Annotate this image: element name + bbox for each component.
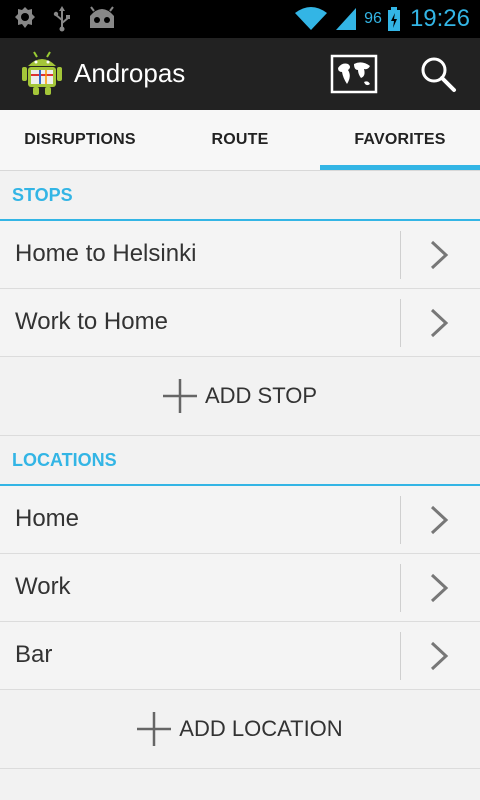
android-robot-icon [90, 6, 114, 28]
divider [400, 231, 401, 279]
list-item[interactable]: Work to Home [0, 289, 480, 357]
app-logo-icon[interactable] [22, 50, 62, 96]
add-stop-button[interactable]: ADD STOP [0, 357, 480, 436]
tab-label: ROUTE [211, 131, 269, 148]
locations-section-header: LOCATIONS [0, 436, 480, 486]
plus-icon [162, 379, 197, 413]
tab-disruptions[interactable]: DISRUPTIONS [0, 110, 160, 170]
chevron-right-icon[interactable] [428, 239, 450, 271]
divider [400, 496, 401, 544]
list-item[interactable]: Home [0, 486, 480, 554]
list-item-label: Work [15, 573, 71, 600]
tab-route[interactable]: ROUTE [160, 110, 320, 170]
battery-charging-icon [387, 7, 400, 31]
list-item[interactable]: Work [0, 554, 480, 622]
chevron-right-icon[interactable] [428, 640, 450, 672]
usb-icon [53, 6, 70, 32]
map-icon[interactable] [330, 54, 378, 94]
chevron-right-icon[interactable] [428, 572, 450, 604]
wifi-icon [295, 7, 328, 30]
divider [400, 564, 401, 612]
favorites-list: STOPS Home to Helsinki Work to Home ADD … [0, 171, 480, 769]
stops-section-header: STOPS [0, 171, 480, 221]
list-item-label: Work to Home [15, 308, 168, 335]
divider [400, 299, 401, 347]
plus-icon [137, 712, 172, 746]
add-location-label: ADD LOCATION [179, 716, 343, 741]
search-icon[interactable] [418, 54, 458, 94]
tab-bar: DISRUPTIONS ROUTE FAVORITES [0, 110, 480, 171]
section-title: STOPS [12, 185, 73, 205]
list-item[interactable]: Home to Helsinki [0, 221, 480, 289]
add-location-button[interactable]: ADD LOCATION [0, 690, 480, 769]
chevron-right-icon[interactable] [428, 504, 450, 536]
signal-icon [336, 8, 357, 30]
app-title: Andropas [74, 58, 186, 88]
chevron-right-icon[interactable] [428, 307, 450, 339]
add-stop-label: ADD STOP [204, 383, 318, 408]
status-bar: 96 19:26 [0, 0, 480, 38]
clock: 19:26 [409, 5, 470, 32]
list-item-label: Home [15, 505, 80, 532]
action-bar: Andropas [0, 38, 480, 110]
settings-gear-icon [15, 7, 35, 28]
list-item[interactable]: Bar [0, 622, 480, 690]
section-title: LOCATIONS [12, 450, 117, 470]
battery-percent: 96 [364, 10, 382, 27]
list-item-label: Bar [15, 641, 53, 668]
tab-label: FAVORITES [354, 131, 446, 148]
divider [400, 632, 401, 680]
tab-label: DISRUPTIONS [24, 131, 136, 148]
tab-favorites[interactable]: FAVORITES [320, 110, 480, 170]
list-item-label: Home to Helsinki [15, 240, 197, 267]
